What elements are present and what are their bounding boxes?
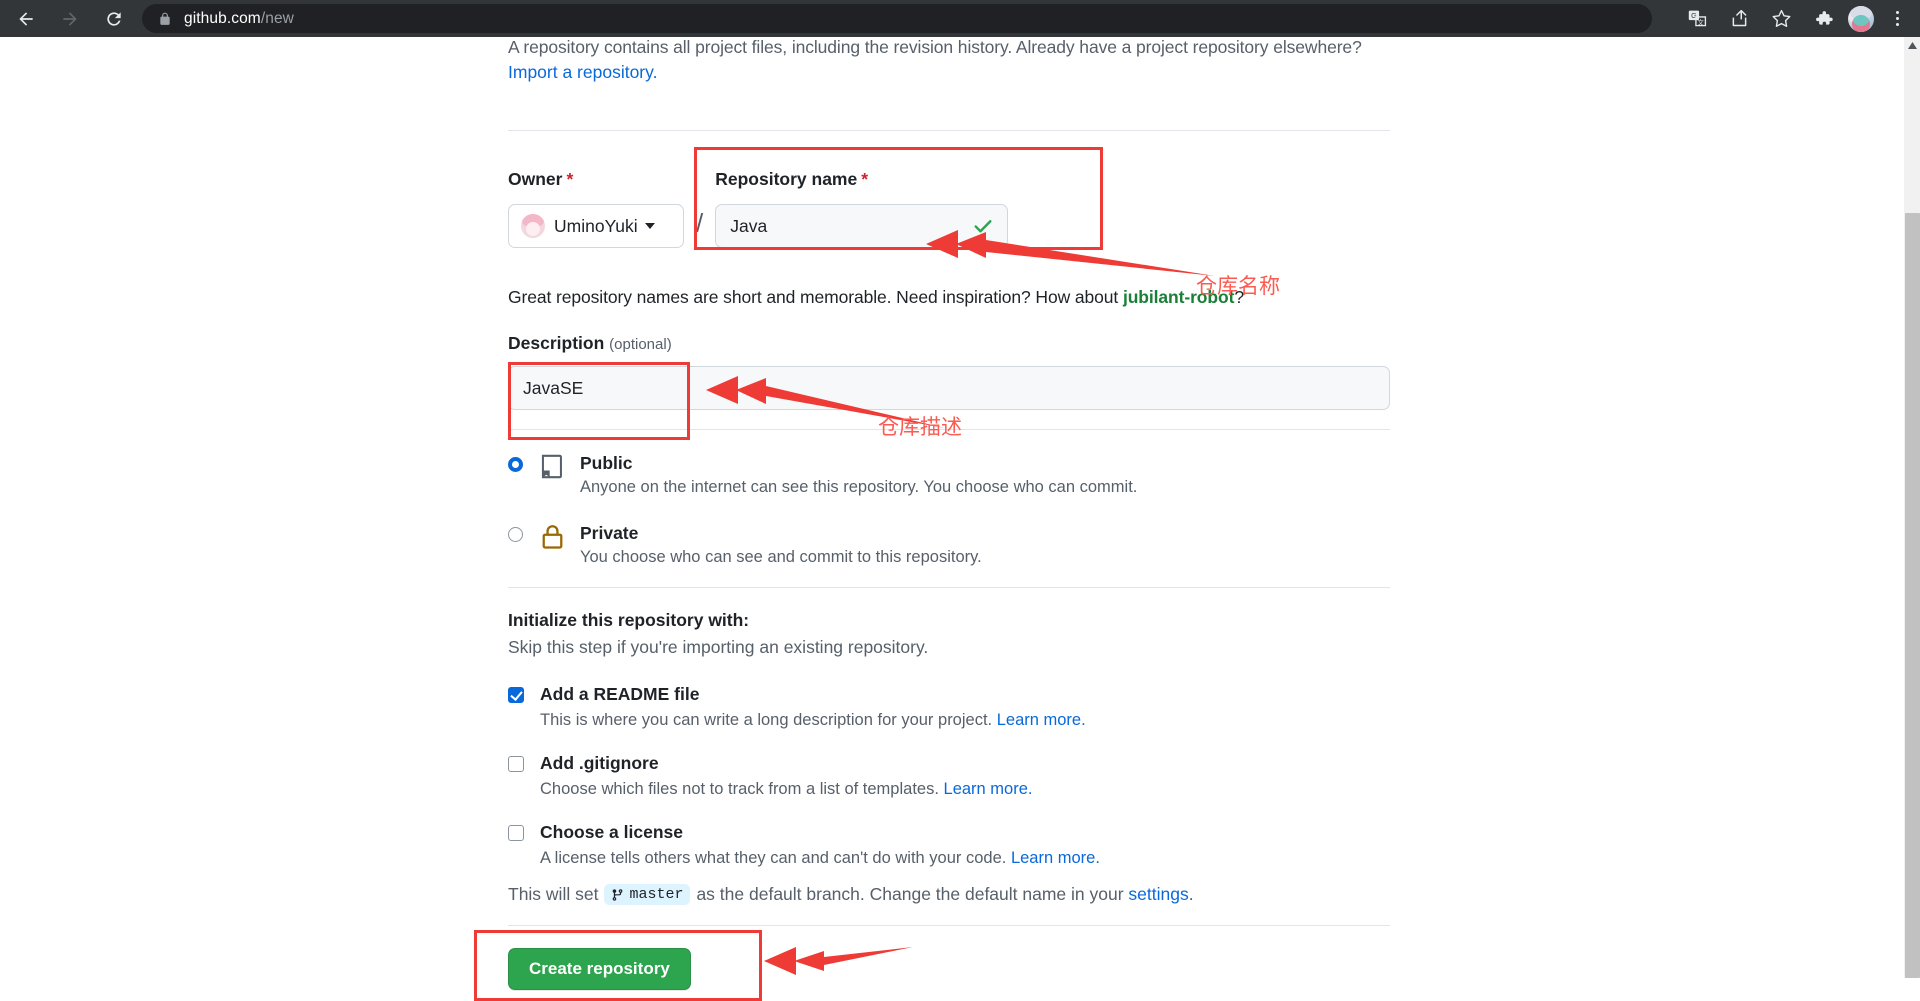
url-text: github.com/new: [184, 10, 294, 28]
public-title: Public: [580, 453, 633, 473]
divider-submit: [508, 925, 1390, 926]
readme-desc: This is where you can write a long descr…: [540, 711, 1086, 729]
forward-arrow-icon: [60, 9, 80, 29]
visibility-option-private[interactable]: Private You choose who can see and commi…: [508, 521, 1390, 569]
url-path: /new: [260, 9, 294, 27]
back-button[interactable]: [8, 1, 44, 37]
divider-top: [508, 130, 1390, 131]
annotation-box-description: [508, 362, 690, 440]
owner-label: Owner *: [508, 169, 574, 189]
reload-icon: [104, 9, 124, 29]
checkbox-gitignore[interactable]: [508, 756, 524, 772]
public-desc: Anyone on the internet can see this repo…: [580, 478, 1138, 496]
branch-name: master: [629, 886, 684, 903]
gitignore-title: Add .gitignore: [540, 753, 659, 773]
chrome-menu-icon[interactable]: [1884, 2, 1910, 36]
annotation-box-create-button: [474, 930, 762, 1001]
toolbar-actions: G 文: [1680, 0, 1920, 37]
page-viewport: A repository contains all project files,…: [0, 37, 1920, 1001]
address-bar[interactable]: github.com/new: [142, 4, 1652, 33]
checkbox-readme[interactable]: [508, 687, 524, 703]
extensions-puzzle-icon[interactable]: [1806, 2, 1840, 36]
owner-field: Owner * UminoYuki: [508, 169, 684, 248]
translate-icon[interactable]: G 文: [1680, 2, 1714, 36]
chevron-down-icon: [644, 223, 655, 229]
divider-initialize: [508, 587, 1390, 588]
default-branch-note: This will set master as the default bran…: [508, 884, 1390, 905]
branch-note-period: .: [1188, 884, 1194, 904]
branch-note-middle: as the default branch. Change the defaul…: [696, 884, 1124, 904]
scroll-up-arrow-icon[interactable]: [1904, 37, 1920, 54]
scrollbar-thumb[interactable]: [1905, 213, 1920, 978]
initialize-title: Initialize this repository with:: [508, 610, 750, 630]
private-title: Private: [580, 523, 639, 543]
bookmark-star-icon[interactable]: [1764, 2, 1798, 36]
git-branch-icon: [611, 888, 624, 902]
back-arrow-icon: [16, 9, 36, 29]
lock-icon: [539, 523, 567, 555]
initialize-option-gitignore[interactable]: Add .gitignore Choose which files not to…: [508, 752, 1390, 801]
radio-private[interactable]: [508, 527, 523, 542]
visibility-option-public[interactable]: Public Anyone on the internet can see th…: [508, 451, 1390, 499]
initialize-option-license[interactable]: Choose a license A license tells others …: [508, 821, 1390, 870]
forward-button[interactable]: [52, 1, 88, 37]
share-icon[interactable]: [1722, 2, 1756, 36]
url-host: github.com: [184, 9, 261, 27]
annotation-arrow-repository-name: [926, 230, 1215, 276]
readme-learn-more-link[interactable]: Learn more.: [997, 711, 1086, 729]
repo-book-icon: [539, 453, 567, 485]
default-branch-badge: master: [604, 884, 691, 905]
initialize-subtitle: Skip this step if you're importing an ex…: [508, 637, 929, 657]
lead-text: A repository contains all project files,…: [508, 37, 1362, 57]
svg-text:文: 文: [1697, 17, 1704, 26]
lock-icon: [158, 12, 172, 26]
page-scrollbar[interactable]: [1903, 37, 1920, 978]
settings-link[interactable]: settings: [1128, 884, 1188, 905]
initialize-option-readme[interactable]: Add a README file This is where you can …: [508, 683, 1390, 732]
checkbox-license[interactable]: [508, 825, 524, 841]
branch-note-prefix: This will set: [508, 884, 599, 904]
gitignore-desc: Choose which files not to track from a l…: [540, 780, 1033, 798]
license-learn-more-link[interactable]: Learn more.: [1011, 849, 1100, 867]
owner-avatar: [521, 214, 545, 238]
profile-avatar[interactable]: [1848, 5, 1874, 32]
private-desc: You choose who can see and commit to thi…: [580, 548, 982, 566]
import-repository-link[interactable]: Import a repository.: [508, 62, 657, 83]
gitignore-learn-more-link[interactable]: Learn more.: [944, 780, 1033, 798]
owner-select[interactable]: UminoYuki: [508, 204, 684, 248]
readme-title: Add a README file: [540, 684, 700, 704]
license-title: Choose a license: [540, 822, 683, 842]
browser-toolbar: github.com/new G 文: [0, 0, 1920, 37]
annotation-label-repository-name: 仓库名称: [1196, 274, 1280, 298]
annotation-label-description: 仓库描述: [878, 415, 962, 439]
owner-name: UminoYuki: [554, 215, 638, 236]
description-label: Description (optional): [508, 333, 672, 353]
license-desc: A license tells others what they can and…: [540, 849, 1100, 867]
radio-public[interactable]: [508, 457, 523, 472]
reload-button[interactable]: [96, 1, 132, 37]
